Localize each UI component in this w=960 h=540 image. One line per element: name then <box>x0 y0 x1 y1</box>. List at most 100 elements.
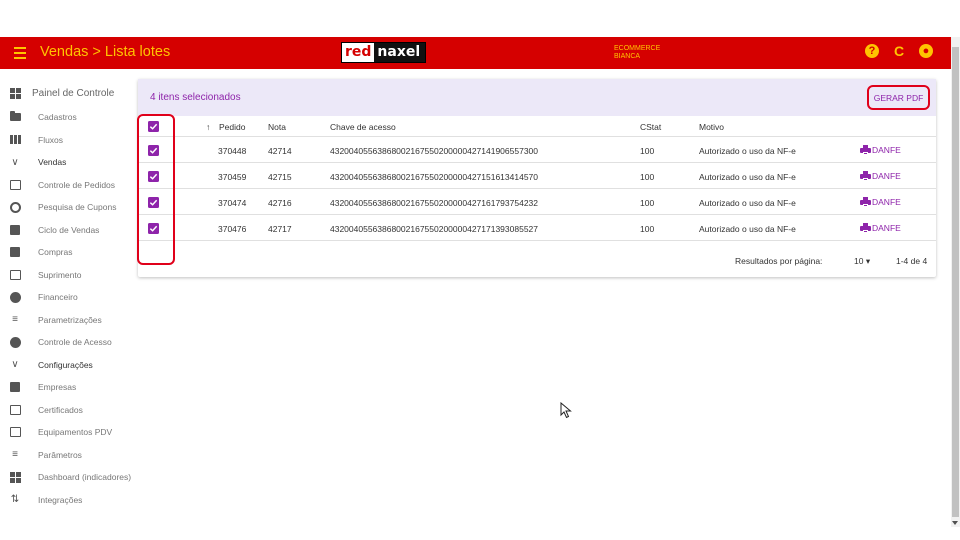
sidebar-item-label: Compras <box>38 247 73 258</box>
sidebar-item-label: Dashboard (indicadores) <box>38 472 132 483</box>
sidebar-item-label: Certificados <box>38 404 83 415</box>
sidebar-item-label: Vendas <box>38 157 67 168</box>
sidebar-item-painel-de-controle[interactable]: Painel de Controle <box>0 80 130 106</box>
box-icon <box>9 269 21 281</box>
table-row[interactable]: 370476 42717 432004055638680021675502000… <box>138 216 936 241</box>
sidebar-item-compras[interactable]: Compras <box>0 241 130 264</box>
sort-arrow-up-icon[interactable]: ↑ <box>206 122 210 132</box>
sidebar-item-vendas[interactable]: ∨ Vendas <box>0 151 130 174</box>
sidebar-item-configuracoes[interactable]: ∨ Configurações <box>0 354 130 377</box>
sidebar-item-label: Parâmetros <box>38 449 82 460</box>
cell-nota: 42717 <box>268 224 292 234</box>
danfe-label: DANFE <box>872 145 901 155</box>
scroll-down-arrow-icon[interactable] <box>952 521 958 525</box>
table-header: ↑ Pedido Nota Chave de acesso CStat Moti… <box>138 116 936 137</box>
cell-chave: 4320040556386800216755020000042717139308… <box>330 224 539 234</box>
sidebar-item-certificados[interactable]: Certificados <box>0 399 130 422</box>
column-header-pedido[interactable]: Pedido <box>219 122 245 132</box>
cell-pedido: 370448 <box>218 146 247 156</box>
building-icon <box>9 381 21 393</box>
danfe-button[interactable]: DANFE <box>860 197 901 207</box>
money-icon <box>9 291 21 303</box>
cell-pedido: 370459 <box>218 172 247 182</box>
top-app-bar: Vendas > Lista lotes red naxel ECOMMERCE… <box>0 37 951 69</box>
printer-icon <box>860 223 871 233</box>
sidebar-item-label: Configurações <box>38 359 93 370</box>
store-name-line2: BIANCA <box>614 53 641 60</box>
table-pagination: Resultados por página: 10 ▾ 1-4 de 4 <box>138 247 936 277</box>
sidebar-item-equipamentos-pdv[interactable]: Equipamentos PDV <box>0 421 130 444</box>
sidebar-item-dashboard-indicadores[interactable]: Dashboard (indicadores) <box>0 466 132 489</box>
monitor-icon <box>9 426 21 438</box>
cell-motivo: Autorizado o uso da NF-e <box>699 198 796 208</box>
cell-cstat: 100 <box>640 198 655 208</box>
sidebar-item-suprimento[interactable]: Suprimento <box>0 264 130 287</box>
column-header-nota[interactable]: Nota <box>268 122 286 132</box>
printer-icon <box>860 145 871 155</box>
shield-icon <box>9 336 21 348</box>
sidebar-item-label: Ciclo de Vendas <box>38 224 100 235</box>
table-row[interactable]: 370448 42714 432004055638680021675502000… <box>138 138 936 163</box>
tune-icon: ≡ <box>12 314 18 326</box>
selection-toolbar: 4 itens selecionados GERAR PDF <box>138 79 936 116</box>
sidebar-item-label: Parametrizações <box>38 314 102 325</box>
cell-chave: 4320040556386800216755020000042716179375… <box>330 198 539 208</box>
sidebar-item-controle-de-acesso[interactable]: Controle de Acesso <box>0 331 130 354</box>
batch-list-card: 4 itens selecionados GERAR PDF ↑ Pedido … <box>138 79 936 277</box>
cell-motivo: Autorizado o uso da NF-e <box>699 172 796 182</box>
cell-chave: 4320040556386800216755020000042715161341… <box>330 172 539 182</box>
sidebar-item-label: Fluxos <box>38 134 64 145</box>
swap-icon: ⇅ <box>10 494 20 506</box>
gerar-pdf-button[interactable]: GERAR PDF <box>867 85 930 110</box>
cell-cstat: 100 <box>640 172 655 182</box>
rows-per-page-select[interactable]: 10 ▾ <box>854 256 870 267</box>
dashboard-icon <box>9 87 21 99</box>
sidebar-item-label: Pesquisa de Cupons <box>38 202 117 213</box>
printer-icon <box>860 171 871 181</box>
dropdown-arrow-icon: ▾ <box>865 256 871 266</box>
menu-icon[interactable] <box>14 45 28 61</box>
danfe-button[interactable]: DANFE <box>860 223 901 233</box>
sidebar-item-integracoes[interactable]: ⇅ Integrações <box>0 489 130 512</box>
sidebar-item-label: Integrações <box>38 494 83 505</box>
breadcrumb: Vendas > Lista lotes <box>40 44 171 60</box>
column-header-chave[interactable]: Chave de acesso <box>330 122 396 132</box>
chevron-down-icon: ∨ <box>11 156 19 168</box>
pagination-range: 1-4 de 4 <box>896 256 928 266</box>
store-name-line1: ECOMMERCE <box>614 45 661 52</box>
certificate-icon <box>9 404 21 416</box>
sidebar-item-pesquisa-de-cupons[interactable]: Pesquisa de Cupons <box>0 196 130 219</box>
sidebar-item-label: Financeiro <box>38 292 78 303</box>
column-header-motivo[interactable]: Motivo <box>699 122 724 132</box>
sidebar-item-parametrizacoes[interactable]: ≡ Parametrizações <box>0 309 130 332</box>
sidebar-item-controle-de-pedidos[interactable]: Controle de Pedidos <box>0 174 130 197</box>
account-icon[interactable]: ● <box>919 44 933 58</box>
columns-icon <box>9 134 21 146</box>
danfe-button[interactable]: DANFE <box>860 171 901 181</box>
logo-red-text: red <box>342 43 375 62</box>
help-icon[interactable]: ? <box>865 44 879 58</box>
page-scrollbar[interactable] <box>951 37 960 527</box>
inbox-icon <box>9 179 21 191</box>
refresh-icon[interactable]: C <box>892 43 906 59</box>
sidebar-item-fluxos[interactable]: Fluxos <box>0 129 130 152</box>
sidebar-item-empresas[interactable]: Empresas <box>0 376 130 399</box>
column-header-cstat[interactable]: CStat <box>640 122 661 132</box>
cell-cstat: 100 <box>640 146 655 156</box>
sidebar-item-ciclo-de-vendas[interactable]: Ciclo de Vendas <box>0 219 130 242</box>
table-row[interactable]: 370459 42715 432004055638680021675502000… <box>138 164 936 189</box>
table-row[interactable]: 370474 42716 432004055638680021675502000… <box>138 190 936 215</box>
sidebar-item-financeiro[interactable]: Financeiro <box>0 286 130 309</box>
cell-pedido: 370476 <box>218 224 247 234</box>
cell-nota: 42714 <box>268 146 292 156</box>
cell-pedido: 370474 <box>218 198 247 208</box>
sidebar-item-label: Suprimento <box>38 269 82 280</box>
sidebar-item-parametros[interactable]: ≡ Parâmetros <box>0 444 130 467</box>
rows-per-page-label: Resultados por página: <box>735 256 823 266</box>
store-name[interactable]: ECOMMERCE BIANCA <box>614 45 660 61</box>
danfe-button[interactable]: DANFE <box>860 145 901 155</box>
danfe-label: DANFE <box>872 171 901 181</box>
scrollbar-thumb[interactable] <box>952 47 959 517</box>
sidebar-item-cadastros[interactable]: Cadastros <box>0 106 130 129</box>
search-icon <box>9 201 21 213</box>
